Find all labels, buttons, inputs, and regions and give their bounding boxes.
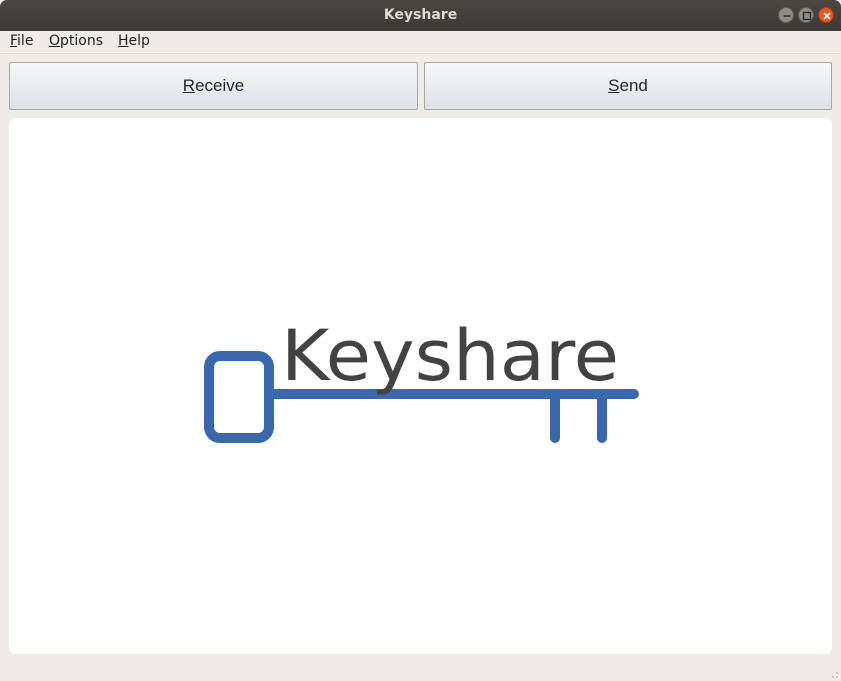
minimize-icon <box>783 15 791 17</box>
app-window: Keyshare File Options Help Receive Send … <box>0 0 841 681</box>
receive-label: eceive <box>195 76 245 95</box>
menu-file-mnemonic: F <box>10 33 18 49</box>
send-button[interactable]: Send <box>424 62 832 110</box>
receive-button[interactable]: Receive <box>9 62 418 110</box>
menu-options-label: ptions <box>60 33 104 49</box>
keyshare-logo: Keyshare <box>204 315 639 443</box>
resize-grip-icon[interactable] <box>831 671 839 679</box>
menu-help-label: elp <box>128 33 150 49</box>
minimize-button[interactable] <box>778 7 794 23</box>
menu-file[interactable]: File <box>10 33 33 49</box>
main-panel: Keyshare <box>9 118 832 654</box>
menu-options[interactable]: Options <box>49 33 103 49</box>
title-bar[interactable]: Keyshare <box>0 0 841 31</box>
menu-help-mnemonic: H <box>118 33 129 49</box>
maximize-button[interactable] <box>798 7 814 23</box>
send-label: end <box>619 76 648 95</box>
close-button[interactable] <box>818 7 834 23</box>
key-bow-icon <box>204 351 274 443</box>
menu-bar: File Options Help <box>0 31 841 54</box>
menu-options-mnemonic: O <box>49 33 61 49</box>
menu-help[interactable]: Help <box>118 33 150 49</box>
send-mnemonic: S <box>608 76 620 95</box>
logo-wordmark: Keyshare <box>281 315 619 397</box>
receive-mnemonic: R <box>182 76 196 95</box>
close-icon <box>823 12 831 20</box>
menu-file-label: ile <box>17 33 34 49</box>
maximize-icon <box>802 11 812 21</box>
window-title: Keyshare <box>383 7 458 23</box>
